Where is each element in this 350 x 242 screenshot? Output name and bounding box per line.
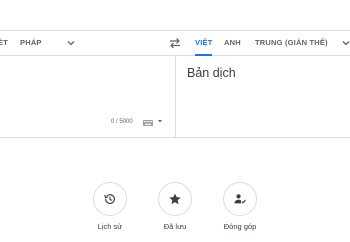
- tab-target-language-3[interactable]: TRUNG (GIẢN THỂ): [255, 31, 328, 55]
- contribute-icon: [234, 194, 246, 204]
- history-label: Lịch sử: [97, 222, 123, 231]
- tab-source-language-1[interactable]: ÉT: [0, 31, 8, 55]
- tab-source-language-2[interactable]: PHÁP: [20, 31, 42, 55]
- contribute-label: Đóng góp: [223, 222, 257, 231]
- saved-label: Đã lưu: [163, 222, 187, 231]
- star-icon: [169, 193, 181, 205]
- language-bar: ÉT PHÁP VIỆT ANH TRUNG (GIẢN THỂ): [0, 30, 350, 56]
- contribute-shortcut[interactable]: Đóng góp: [210, 182, 270, 231]
- chevron-down-icon[interactable]: [66, 38, 76, 48]
- keyboard-icon[interactable]: [143, 120, 153, 126]
- translation-placeholder: Bản dịch: [187, 66, 236, 80]
- chevron-down-icon[interactable]: [341, 38, 350, 48]
- tab-target-language-1[interactable]: VIỆT: [195, 31, 213, 56]
- saved-shortcut[interactable]: Đã lưu: [145, 182, 205, 231]
- tab-target-language-2[interactable]: ANH: [224, 31, 241, 55]
- top-strip: [0, 0, 350, 30]
- history-icon: [104, 194, 115, 205]
- swap-languages-icon[interactable]: [169, 37, 181, 49]
- input-tools-dropdown-icon[interactable]: [157, 118, 163, 124]
- history-button[interactable]: [93, 182, 127, 216]
- saved-button[interactable]: [158, 182, 192, 216]
- contribute-button[interactable]: [223, 182, 257, 216]
- history-shortcut[interactable]: Lịch sử: [80, 182, 140, 231]
- character-counter: 0 / 5000: [111, 119, 133, 125]
- divider: [0, 137, 350, 138]
